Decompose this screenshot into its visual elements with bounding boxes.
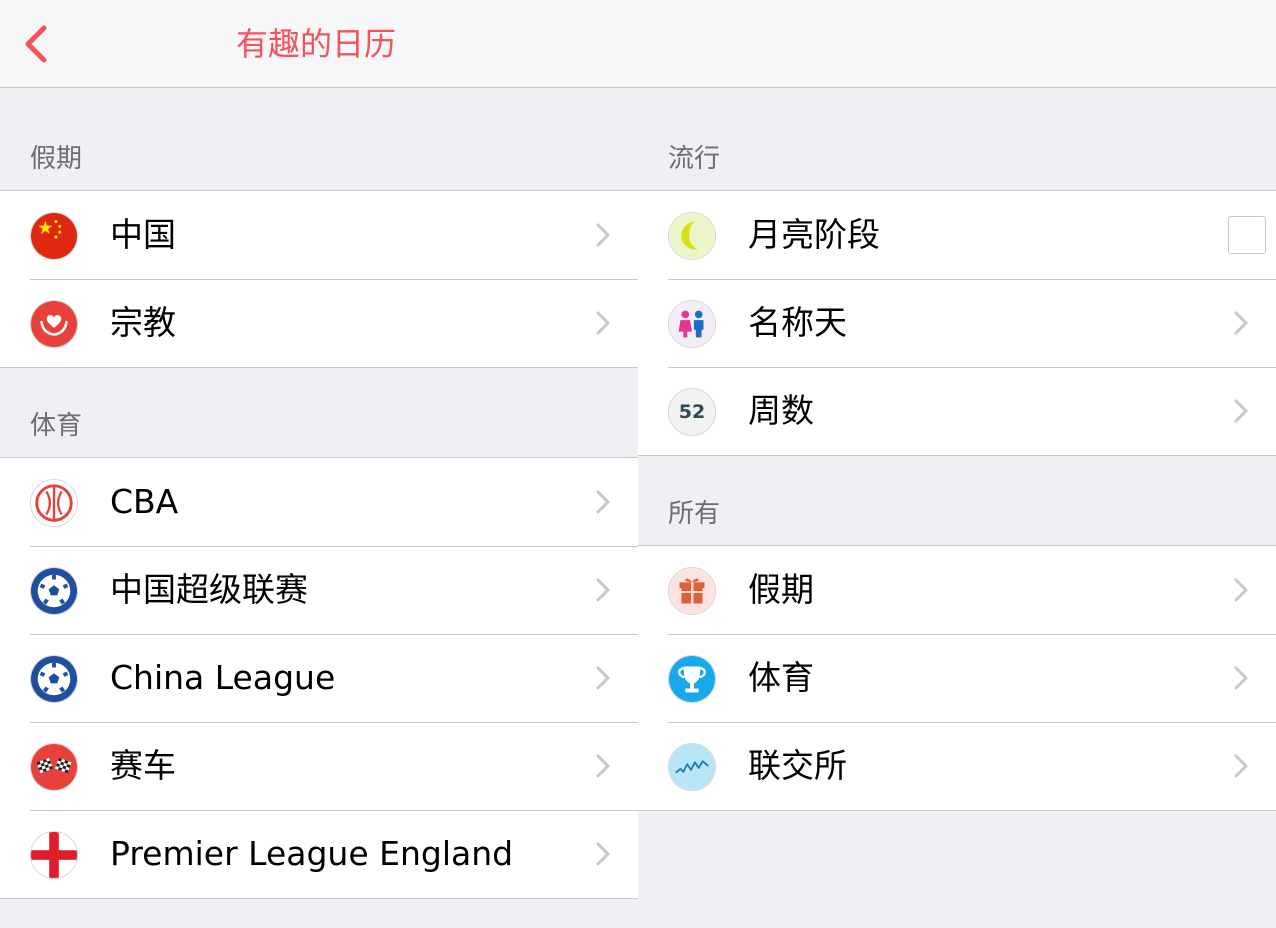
holidays-group: 中国 宗教: [0, 190, 638, 368]
list-item-label: 月亮阶段: [748, 215, 880, 254]
england-flag-icon: [30, 831, 78, 879]
list-item-label: CBA: [110, 482, 179, 521]
navigation-bar: 有趣的日历: [0, 0, 1276, 88]
soccer-ball-icon: [30, 655, 78, 703]
week-number-badge: 52: [678, 401, 706, 423]
list-item-name-day[interactable]: 名称天: [638, 279, 1276, 367]
china-flag-icon: [30, 212, 78, 260]
chevron-right-icon: [1234, 399, 1248, 423]
list-item-all-sports[interactable]: 体育: [638, 634, 1276, 722]
chevron-left-icon: [25, 25, 47, 63]
list-item-label: 中国: [110, 215, 176, 254]
chevron-right-icon: [1234, 311, 1248, 335]
list-item-label: 赛车: [110, 746, 176, 785]
name-day-people-icon: [668, 300, 716, 348]
trophy-icon: [668, 655, 716, 703]
chevron-right-icon: [1234, 578, 1248, 602]
moon-phase-checkbox[interactable]: [1228, 216, 1266, 254]
list-item-china-league[interactable]: China League: [0, 634, 638, 722]
list-item-label: 中国超级联赛: [110, 570, 308, 609]
racing-flags-icon: [30, 743, 78, 791]
list-item-religion[interactable]: 宗教: [0, 279, 638, 367]
section-header-sports: 体育: [30, 411, 83, 441]
chevron-right-icon: [596, 223, 610, 247]
chevron-right-icon: [1234, 754, 1248, 778]
chevron-right-icon: [596, 311, 610, 335]
chevron-right-icon: [596, 842, 610, 866]
section-header-popular: 流行: [668, 144, 721, 174]
religion-hands-heart-icon: [30, 300, 78, 348]
popular-group: 月亮阶段 名称天 52 周数: [638, 190, 1276, 456]
all-group: 假期 体育 联交所: [638, 545, 1276, 811]
chevron-right-icon: [596, 490, 610, 514]
stock-chart-icon: [668, 743, 716, 791]
list-item-moon-phase[interactable]: 月亮阶段: [638, 191, 1276, 279]
section-header-all: 所有: [668, 499, 721, 529]
back-button[interactable]: [16, 20, 64, 68]
list-item-label: 体育: [748, 658, 814, 697]
list-item-premier-league[interactable]: Premier League England: [0, 810, 638, 898]
list-item-label: 假期: [748, 570, 814, 609]
chevron-right-icon: [1234, 666, 1248, 690]
list-item-cba[interactable]: CBA: [0, 458, 638, 546]
list-item-csl[interactable]: 中国超级联赛: [0, 546, 638, 634]
list-item-racing[interactable]: 赛车: [0, 722, 638, 810]
gift-icon: [668, 567, 716, 615]
list-item-label: 名称天: [748, 303, 847, 342]
right-column: 流行 月亮阶段 名称天 52 周数 所有 假期 体育 联交所: [638, 89, 1276, 811]
list-item-label: Premier League England: [110, 834, 514, 873]
list-item-china[interactable]: 中国: [0, 191, 638, 279]
list-item-week-number[interactable]: 52 周数: [638, 367, 1276, 455]
week-number-icon: 52: [668, 388, 716, 436]
list-item-label: 周数: [748, 391, 814, 430]
list-item-label: China League: [110, 658, 336, 697]
basketball-icon: [30, 479, 78, 527]
list-item-stock-exchange[interactable]: 联交所: [638, 722, 1276, 810]
list-item-all-holidays[interactable]: 假期: [638, 546, 1276, 634]
list-item-label: 宗教: [110, 303, 176, 342]
page-title: 有趣的日历: [236, 25, 397, 63]
left-column: 假期 中国 宗教 体育 CBA 中国超级联赛 China League 赛车 P…: [0, 89, 638, 899]
chevron-right-icon: [596, 578, 610, 602]
soccer-ball-icon: [30, 567, 78, 615]
list-item-label: 联交所: [748, 746, 847, 785]
sports-group: CBA 中国超级联赛 China League 赛车 Premier Leagu…: [0, 457, 638, 899]
chevron-right-icon: [596, 754, 610, 778]
chevron-right-icon: [596, 666, 610, 690]
moon-icon: [668, 212, 716, 260]
section-header-holidays: 假期: [30, 144, 83, 174]
